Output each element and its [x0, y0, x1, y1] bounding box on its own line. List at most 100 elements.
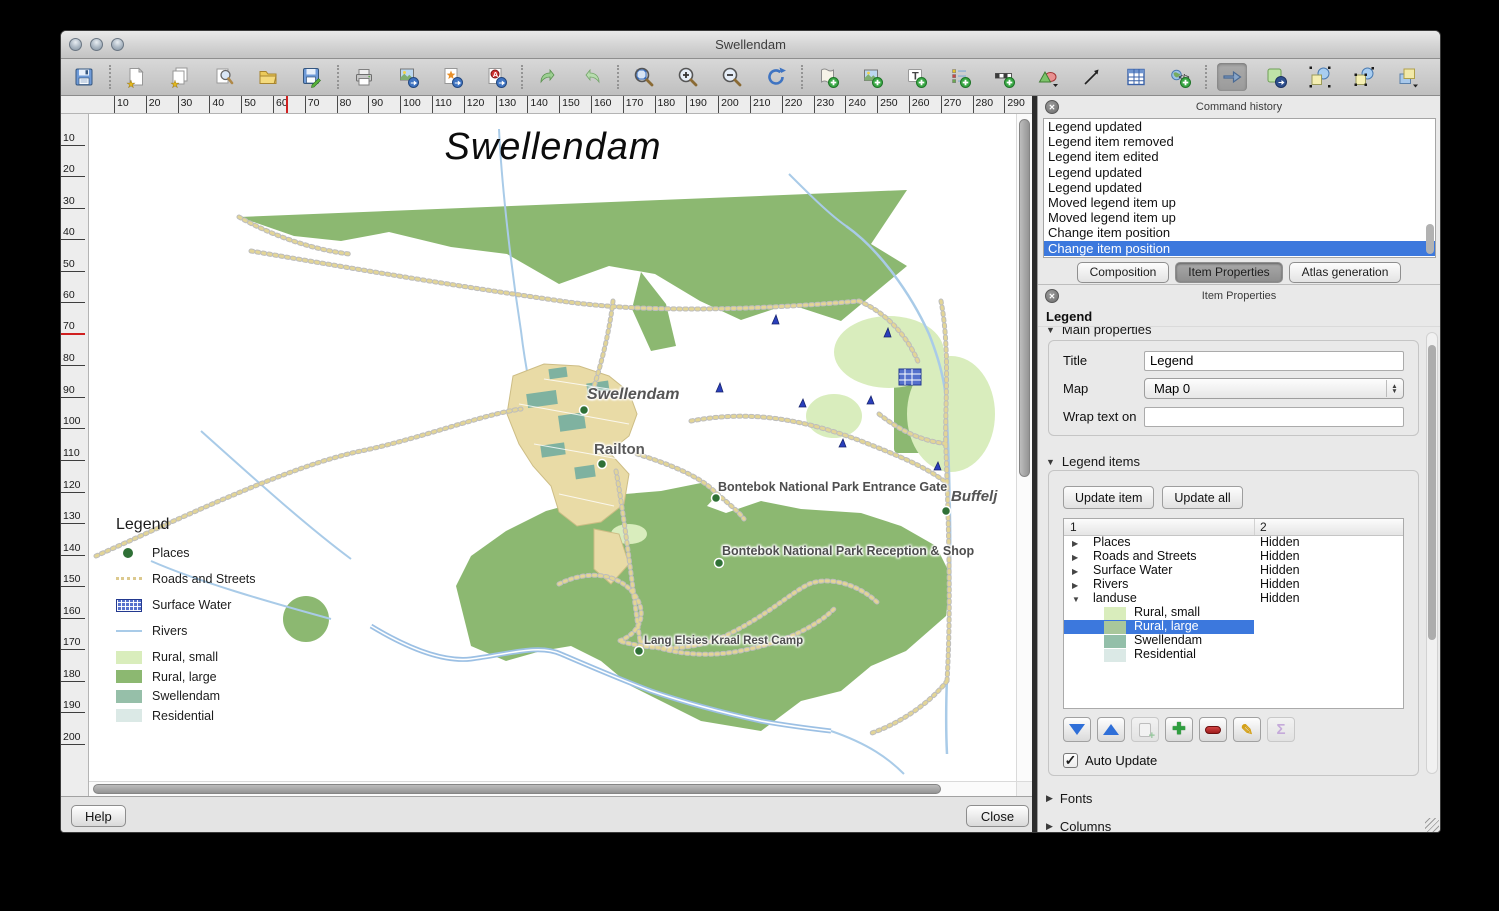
- export-as-pdf-icon[interactable]: A: [481, 63, 511, 91]
- close-panel-icon[interactable]: ✕: [1045, 289, 1059, 303]
- new-composer-icon[interactable]: ★: [121, 63, 151, 91]
- count-features-button[interactable]: Σ: [1267, 717, 1295, 742]
- collapsed-section-header[interactable]: ▶ Columns: [1046, 819, 1111, 833]
- collapsed-section-header[interactable]: ▶ Fonts: [1046, 791, 1111, 806]
- load-from-template-icon[interactable]: [253, 63, 283, 91]
- scrollbar-thumb[interactable]: [1428, 345, 1436, 640]
- command-history-item[interactable]: Moved legend item up: [1044, 210, 1435, 225]
- command-history-item[interactable]: Legend updated: [1044, 180, 1435, 195]
- save-project-icon[interactable]: [69, 63, 99, 91]
- stepper-arrows-icon[interactable]: ▲▼: [1386, 380, 1402, 397]
- update-all-button[interactable]: Update all: [1162, 486, 1242, 509]
- raise-selected-items-icon[interactable]: [1393, 63, 1423, 91]
- command-history-scrollbar[interactable]: [1425, 119, 1435, 257]
- panel-tab[interactable]: Item Properties: [1175, 262, 1282, 283]
- add-html-frame-icon[interactable]: </>: [1165, 63, 1195, 91]
- close-button[interactable]: Close: [966, 805, 1029, 827]
- remove-item-button[interactable]: [1199, 717, 1227, 742]
- redo-icon[interactable]: [577, 63, 607, 91]
- expand-arrow-icon[interactable]: ▼: [1072, 593, 1080, 607]
- legend-tree-row[interactable]: Swellendam: [1064, 634, 1403, 648]
- command-history-item[interactable]: Moved legend item up: [1044, 195, 1435, 210]
- save-as-template-icon[interactable]: [297, 63, 327, 91]
- disclosure-triangle-icon[interactable]: ▶: [1046, 821, 1053, 832]
- zoom-out-icon[interactable]: [717, 63, 747, 91]
- zoom-in-icon[interactable]: [673, 63, 703, 91]
- add-arrow-icon[interactable]: [1077, 63, 1107, 91]
- scrollbar-thumb[interactable]: [1019, 119, 1030, 477]
- command-history-item[interactable]: Change item position: [1044, 225, 1435, 240]
- command-history-item[interactable]: Legend item edited: [1044, 149, 1435, 164]
- panel-tab[interactable]: Atlas generation: [1289, 262, 1402, 283]
- command-history-list[interactable]: Legend updatedLegend item removedLegend …: [1043, 118, 1436, 258]
- expand-arrow-icon[interactable]: ▶: [1072, 537, 1078, 551]
- update-item-button[interactable]: Update item: [1063, 486, 1154, 509]
- legend-tree-row[interactable]: Residential: [1064, 648, 1403, 662]
- add-new-scalebar-icon[interactable]: [989, 63, 1019, 91]
- legend-tree-row[interactable]: ▶ Surface Water Hidden: [1064, 564, 1403, 578]
- add-new-label-icon[interactable]: T: [901, 63, 931, 91]
- composer-manager-icon[interactable]: [209, 63, 239, 91]
- move-item-down-button[interactable]: [1063, 717, 1091, 742]
- move-item-content-icon[interactable]: [1261, 63, 1291, 91]
- align-selected-items-icon[interactable]: [1437, 63, 1441, 91]
- map-select[interactable]: Map 0 ▲▼: [1144, 378, 1404, 399]
- scrollbar-thumb[interactable]: [1426, 224, 1434, 254]
- ungroup-items-icon[interactable]: [1349, 63, 1379, 91]
- command-history-item[interactable]: Legend item removed: [1044, 134, 1435, 149]
- refresh-icon[interactable]: [761, 63, 791, 91]
- add-attribute-table-icon[interactable]: [1121, 63, 1151, 91]
- add-item-button[interactable]: ✚: [1165, 717, 1193, 742]
- scrollbar-thumb[interactable]: [93, 784, 941, 794]
- zoom-window-button[interactable]: [111, 38, 124, 51]
- command-history-item[interactable]: Change item position: [1044, 241, 1435, 256]
- disclosure-triangle-icon[interactable]: ▼: [1046, 327, 1055, 335]
- main-properties-section-header[interactable]: ▼ Main properties: [1046, 327, 1152, 337]
- print-icon[interactable]: [349, 63, 379, 91]
- composer-canvas[interactable]: Swellendam Swellendam Railton Bontebok N…: [89, 114, 1032, 796]
- legend-tree-row[interactable]: ▶ Places Hidden: [1064, 536, 1403, 550]
- legend-items-section-header[interactable]: ▼ Legend items: [1046, 454, 1140, 469]
- legend-tree-row[interactable]: ▶ Rivers Hidden: [1064, 578, 1403, 592]
- undo-icon[interactable]: [533, 63, 563, 91]
- close-panel-icon[interactable]: ✕: [1045, 100, 1059, 114]
- wrap-text-input[interactable]: [1144, 407, 1404, 427]
- expand-arrow-icon[interactable]: ▶: [1072, 551, 1078, 565]
- canvas-horizontal-scrollbar[interactable]: [89, 781, 1016, 796]
- titlebar[interactable]: Swellendam: [61, 31, 1440, 59]
- checkbox-check-icon[interactable]: ✓: [1063, 753, 1078, 768]
- properties-scrollbar[interactable]: [1426, 332, 1438, 774]
- minimize-window-button[interactable]: [90, 38, 103, 51]
- legend-tree-row[interactable]: Rural, small: [1064, 606, 1403, 620]
- expand-arrow-icon[interactable]: ▶: [1072, 565, 1078, 579]
- canvas-vertical-scrollbar[interactable]: [1016, 114, 1032, 781]
- zoom-full-icon[interactable]: [629, 63, 659, 91]
- move-item-up-button[interactable]: [1097, 717, 1125, 742]
- add-new-legend-icon[interactable]: [945, 63, 975, 91]
- add-image-icon[interactable]: [857, 63, 887, 91]
- expand-arrow-icon[interactable]: ▶: [1072, 579, 1078, 593]
- legend-tree-row[interactable]: ▼ landuse Hidden: [1064, 592, 1403, 606]
- legend-tree-row[interactable]: ▶ Roads and Streets Hidden: [1064, 550, 1403, 564]
- disclosure-triangle-icon[interactable]: ▼: [1046, 457, 1055, 467]
- add-group-button[interactable]: [1131, 717, 1159, 742]
- export-as-svg-icon[interactable]: [437, 63, 467, 91]
- edit-item-button[interactable]: ✎: [1233, 717, 1261, 742]
- title-input[interactable]: [1144, 351, 1404, 371]
- map-legend-item[interactable]: Legend Places Roads: [116, 516, 326, 728]
- command-history-item[interactable]: Legend updated: [1044, 165, 1435, 180]
- legend-tree-row[interactable]: Rural, large: [1064, 620, 1403, 634]
- help-button[interactable]: Help: [71, 805, 126, 827]
- add-basic-shape-icon[interactable]: [1033, 63, 1063, 91]
- disclosure-triangle-icon[interactable]: ▶: [1046, 793, 1053, 804]
- auto-update-checkbox[interactable]: ✓ Auto Update: [1063, 753, 1157, 768]
- close-window-button[interactable]: [69, 38, 82, 51]
- group-items-icon[interactable]: [1305, 63, 1335, 91]
- panel-tab[interactable]: Composition: [1077, 262, 1170, 283]
- resize-grip[interactable]: [1425, 818, 1439, 832]
- add-new-map-icon[interactable]: [813, 63, 843, 91]
- legend-items-tree[interactable]: 1 2 ▶ Places Hidden: [1063, 518, 1404, 709]
- select-move-item-icon[interactable]: [1217, 63, 1247, 91]
- command-history-item[interactable]: Legend updated: [1044, 119, 1435, 134]
- duplicate-composer-icon[interactable]: ★: [165, 63, 195, 91]
